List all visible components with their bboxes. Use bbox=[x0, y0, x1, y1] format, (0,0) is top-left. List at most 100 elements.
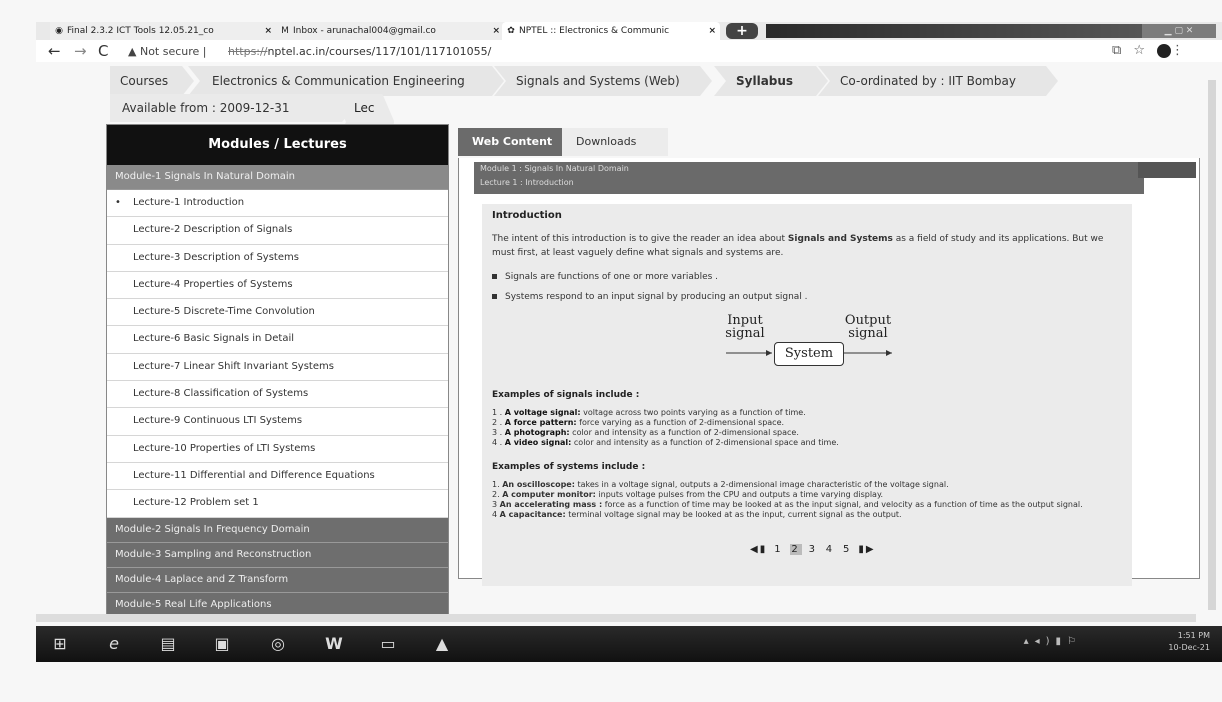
chrome-icon[interactable]: ◎ bbox=[258, 630, 298, 658]
acrobat-icon[interactable]: ▲ bbox=[422, 630, 462, 658]
systems-examples-title: Examples of systems include : bbox=[492, 462, 646, 472]
url-scheme: https:// bbox=[228, 45, 268, 58]
sidebar-lecture-11[interactable]: Lecture-11 Differential and Difference E… bbox=[107, 462, 448, 491]
modules-sidebar: Modules / Lectures Module-1 Signals In N… bbox=[106, 124, 449, 620]
menu-icon[interactable]: ⋮ bbox=[1171, 43, 1196, 58]
new-tab-button[interactable]: + bbox=[726, 23, 758, 39]
sidebar-lecture-9[interactable]: Lecture-9 Continuous LTI Systems bbox=[107, 408, 448, 436]
systems-examples-list: 1. An oscilloscope: takes in a voltage s… bbox=[492, 480, 1128, 520]
breadcrumb-coordinator: Co-ordinated by : IIT Bombay bbox=[818, 66, 1058, 96]
first-page-button[interactable]: ◀▮ bbox=[750, 544, 767, 555]
avatar[interactable] bbox=[1157, 43, 1171, 58]
list-item: 2. A computer monitor: inputs voltage pu… bbox=[492, 490, 1128, 500]
item-term: A force pattern: bbox=[504, 418, 577, 427]
breadcrumb-syllabus[interactable]: Syllabus bbox=[714, 66, 828, 96]
sidebar-lecture-4[interactable]: Lecture-4 Properties of Systems bbox=[107, 271, 448, 300]
breadcrumb-signals-systems[interactable]: Signals and Systems (Web) bbox=[494, 66, 712, 96]
tab-web-content[interactable]: Web Content bbox=[458, 128, 574, 156]
word-icon[interactable]: W bbox=[314, 630, 354, 658]
sidebar-title: Modules / Lectures bbox=[107, 125, 448, 165]
page-2-link[interactable]: 2 bbox=[789, 544, 802, 555]
list-item: Signals are functions of one or more var… bbox=[492, 270, 808, 290]
close-icon[interactable]: × bbox=[492, 22, 500, 40]
page-3-link[interactable]: 3 bbox=[807, 544, 819, 555]
system-tray[interactable]: ▴◂)▮⚐ bbox=[1024, 636, 1082, 647]
item-term: A voltage signal: bbox=[504, 408, 581, 417]
forward-button[interactable]: → bbox=[74, 42, 87, 60]
sidebar-module-4[interactable]: Module-4 Laplace and Z Transform bbox=[107, 567, 448, 593]
ie-icon[interactable]: e bbox=[94, 630, 134, 658]
list-item: 2 . A force pattern: force varying as a … bbox=[492, 418, 1128, 428]
browser-tab-inbox[interactable]: M Inbox - arunachal004@gmail.co × bbox=[276, 22, 504, 40]
vertical-scrollbar[interactable] bbox=[1208, 80, 1216, 610]
sidebar-lecture-8[interactable]: Lecture-8 Classification of Systems bbox=[107, 381, 448, 409]
page-4-link[interactable]: 4 bbox=[824, 544, 836, 555]
item-term: A computer monitor: bbox=[502, 490, 596, 499]
module-heading: Module 1 : Signals In Natural Domain bbox=[480, 164, 629, 173]
signals-examples-title: Examples of signals include : bbox=[492, 390, 640, 400]
url-field[interactable]: https://nptel.ac.in/courses/117/101/1171… bbox=[228, 45, 491, 58]
browser-tab-bar: ◉ Final 2.3.2 ICT Tools 12.05.21_co × M In… bbox=[36, 22, 1222, 40]
last-page-button[interactable]: ▮▶ bbox=[858, 544, 875, 555]
page-5-link[interactable]: 5 bbox=[841, 544, 853, 555]
sidebar-lecture-5[interactable]: Lecture-5 Discrete-Time Convolution bbox=[107, 299, 448, 327]
page-navigation: ◀▮ 1 2 3 4 5 ▮▶ bbox=[750, 544, 876, 555]
close-icon[interactable]: × bbox=[708, 22, 716, 40]
lecture-body: Introduction The intent of this introduc… bbox=[482, 204, 1132, 586]
lecture-label: Lecture-1 Introduction bbox=[133, 197, 245, 208]
item-number: 3 bbox=[492, 500, 500, 509]
sidebar-lecture-6[interactable]: Lecture-6 Basic Signals in Detail bbox=[107, 326, 448, 354]
address-actions: ⧉☆ ⋮ bbox=[1112, 43, 1196, 58]
tab-downloads[interactable]: Downloads bbox=[562, 128, 668, 156]
window-controls[interactable]: ▁ ▢ ✕ bbox=[1142, 24, 1216, 38]
close-icon[interactable]: × bbox=[264, 22, 272, 40]
definition-list: Signals are functions of one or more var… bbox=[492, 270, 808, 310]
sidebar-lecture-3[interactable]: Lecture-3 Description of Systems bbox=[107, 244, 448, 272]
sidebar-module-1[interactable]: Module-1 Signals In Natural Domain bbox=[107, 165, 448, 190]
sidebar-lecture-2[interactable]: Lecture-2 Description of Signals bbox=[107, 217, 448, 245]
intro-paragraph: The intent of this introduction is to gi… bbox=[492, 232, 1124, 260]
item-term: A capacitance: bbox=[499, 510, 566, 519]
sidebar-lecture-12[interactable]: Lecture-12 Problem set 1 bbox=[107, 490, 448, 518]
item-term: A photograph: bbox=[504, 428, 570, 437]
item-text: takes in a voltage signal, outputs a 2-d… bbox=[574, 480, 949, 489]
sidebar-module-2[interactable]: Module-2 Signals In Frequency Domain bbox=[107, 517, 448, 543]
system-block-diagram: Input signal Output signal System bbox=[692, 314, 922, 378]
start-orb-icon[interactable]: ⊞ bbox=[40, 630, 80, 658]
share-icon[interactable]: ⧉ bbox=[1112, 43, 1133, 58]
horizontal-scrollbar[interactable] bbox=[36, 614, 1196, 622]
list-item-text: Signals are functions of one or more var… bbox=[505, 272, 719, 282]
tab-label: NPTEL :: Electronics & Communic bbox=[519, 26, 670, 36]
browser-tab-nptel[interactable]: ✿ NPTEL :: Electronics & Communic × bbox=[502, 22, 720, 40]
item-term: An oscilloscope: bbox=[502, 480, 575, 489]
clock-time: 1:51 PM bbox=[1177, 631, 1210, 640]
input-arrowhead bbox=[766, 350, 772, 356]
explorer-icon[interactable]: ▤ bbox=[148, 630, 188, 658]
clock[interactable]: 1:51 PM 10-Dec-21 bbox=[1168, 630, 1210, 654]
sidebar-lecture-7[interactable]: Lecture-7 Linear Shift Invariant Systems bbox=[107, 353, 448, 382]
breadcrumb-ece[interactable]: Electronics & Communication Engineering bbox=[188, 66, 504, 96]
screenshot-frame: ◉ Final 2.3.2 ICT Tools 12.05.21_co × M In… bbox=[0, 0, 1222, 702]
sidebar-lecture-1[interactable]: • Lecture-1 Introduction bbox=[107, 190, 448, 218]
breadcrumb-courses[interactable]: Courses bbox=[110, 66, 194, 96]
browser-tab-ict-tools[interactable]: ◉ Final 2.3.2 ICT Tools 12.05.21_co × bbox=[50, 22, 276, 40]
page-1-link[interactable]: 1 bbox=[772, 544, 784, 555]
media-icon[interactable]: ▣ bbox=[202, 630, 242, 658]
chrome-icon: ◉ bbox=[55, 26, 63, 36]
folder-icon[interactable]: ▭ bbox=[368, 630, 408, 658]
bookmark-star-icon[interactable]: ☆ bbox=[1133, 43, 1157, 58]
volume-icon: ◂) bbox=[1034, 636, 1056, 647]
item-text: force as a function of time may be looke… bbox=[602, 500, 1083, 509]
sidebar-lecture-10[interactable]: Lecture-10 Properties of LTI Systems bbox=[107, 435, 448, 463]
item-number: 2 . bbox=[492, 418, 505, 427]
list-item: 4 . A video signal: color and intensity … bbox=[492, 438, 1128, 448]
reload-button[interactable]: C bbox=[98, 42, 108, 60]
security-indicator[interactable]: ▲ Not secure | bbox=[128, 45, 207, 58]
flag-icon: ⚐ bbox=[1067, 636, 1082, 647]
item-number: 4 . bbox=[492, 438, 505, 447]
back-button[interactable]: ← bbox=[48, 42, 61, 60]
sidebar-module-3[interactable]: Module-3 Sampling and Reconstruction bbox=[107, 542, 448, 568]
signals-examples-list: 1 . A voltage signal: voltage across two… bbox=[492, 408, 1128, 448]
intro-emphasis: Signals and Systems bbox=[787, 234, 893, 244]
intro-text-a: The intent of this introduction is to gi… bbox=[492, 234, 788, 244]
